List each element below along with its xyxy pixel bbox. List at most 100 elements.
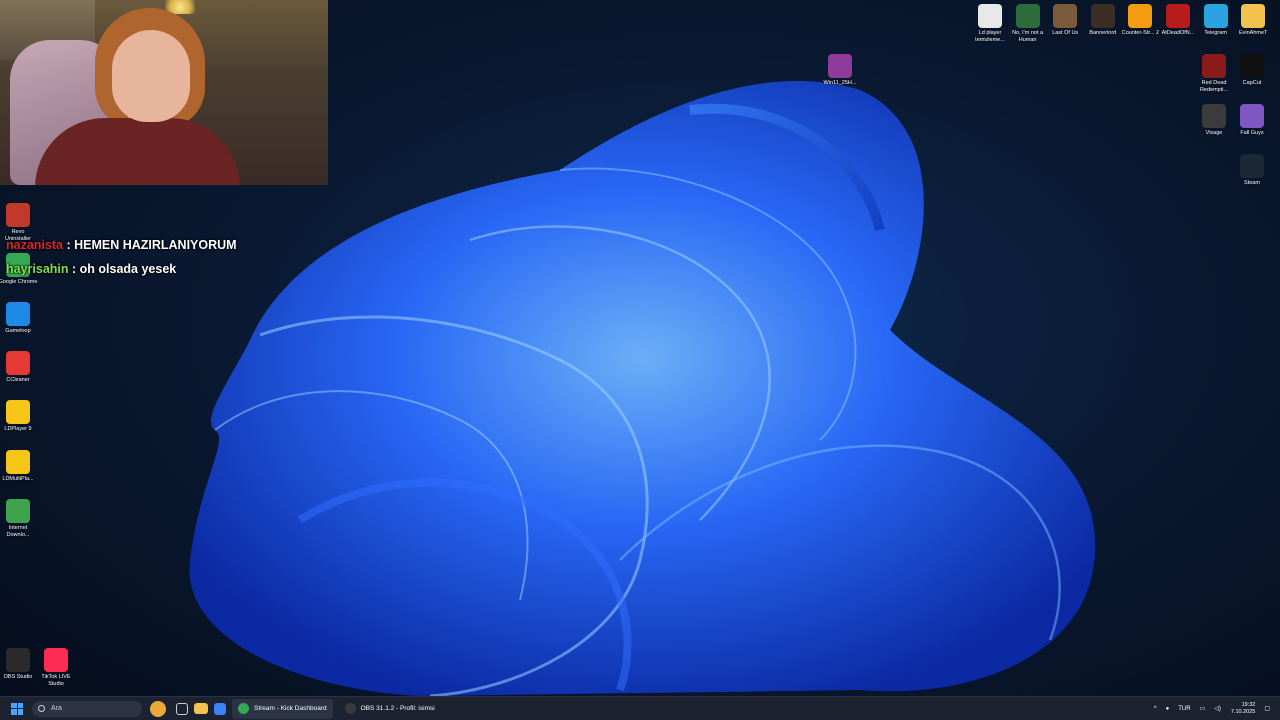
desktop-icon[interactable]: Ld player temizleme... [970, 4, 1010, 43]
desktop-icon-label: LDPlayer 9 [4, 426, 32, 432]
volume-icon[interactable]: ◁) [1214, 705, 1221, 712]
ldmultiplayer-icon [6, 450, 30, 474]
snipping-tool-icon[interactable] [214, 702, 226, 715]
fallguys-icon [1240, 104, 1264, 128]
clock-time: 19:32 [1241, 701, 1256, 708]
desktop-icon[interactable]: LDPlayer 9 [0, 400, 38, 433]
desktop-icon-label: AtDeadOfN... [1161, 30, 1195, 36]
chat-text: oh olsada yesek [79, 262, 177, 276]
cs2-icon [1128, 4, 1153, 28]
document-icon [978, 4, 1002, 28]
desktop-icon[interactable]: CCleaner [0, 351, 38, 384]
taskbar-app-label: Stream - Kick Dashboard [254, 705, 327, 712]
desktop-icon[interactable]: Gameloop [0, 302, 38, 335]
game-icon [1166, 4, 1190, 28]
game-icon [1053, 4, 1078, 28]
telegram-icon [1203, 4, 1228, 28]
desktop-icon[interactable]: No, I'm not a Human [1008, 4, 1048, 43]
desktop-icon-winrar[interactable]: Win11_25H... [820, 54, 860, 87]
desktop-icon[interactable]: Red Dead Redempti... [1194, 54, 1234, 93]
obs-icon [6, 648, 30, 672]
task-view-icon[interactable] [150, 700, 166, 717]
desktop-icon-label: TikTok LIVE Studio [41, 674, 71, 687]
desktop-icon-label: No, I'm not a Human [1012, 30, 1044, 43]
desktop-icon-label: CapCut [1242, 80, 1262, 86]
steam-icon [1240, 154, 1264, 178]
taskbar-app-label: OBS 31.1.2 - Profil: isimsi [360, 705, 435, 712]
taskbar-app-button[interactable]: OBS 31.1.2 - Profil: isimsi [339, 699, 441, 719]
desktop-icon[interactable]: CapCut [1232, 54, 1272, 87]
chat-message: nazanista : HEMEN HAZIRLANIYORUM [6, 233, 237, 257]
desktop-icon-label: Fall Guys [1240, 130, 1264, 136]
chat-message: hayrisahin : oh olsada yesek [6, 257, 237, 281]
capcut-icon [1240, 54, 1264, 78]
desktop-icon[interactable]: AtDeadOfN... [1158, 4, 1198, 37]
chat-separator: : [62, 238, 75, 252]
desktop-icon[interactable]: OBS Studio [0, 648, 38, 681]
desktop-icon-label: OBS Studio [3, 674, 33, 680]
system-tray: ^ ● TUR ▭ ◁) 19:32 7.10.2025 ▢ [1145, 702, 1270, 716]
obs-icon [344, 703, 356, 714]
language-indicator[interactable]: TUR [1178, 706, 1190, 712]
desktop-icon[interactable]: Telegram [1196, 4, 1236, 37]
task-view-button[interactable] [176, 702, 188, 715]
stream-chat-overlay: nazanista : HEMEN HAZIRLANIYORUM hayrisa… [6, 233, 237, 281]
chat-text: HEMEN HAZIRLANIYORUM [74, 238, 237, 252]
desktop-icon-label: CCleaner [6, 377, 30, 383]
ccleaner-icon [6, 351, 30, 375]
ldplayer-icon [6, 400, 30, 424]
desktop-icon-label: Visage [1205, 130, 1223, 136]
desktop-icon[interactable]: LDMultiPla... [0, 450, 38, 483]
desktop-icon-label: Ld player temizleme... [975, 30, 1005, 43]
chat-separator: : [68, 262, 80, 276]
desktop-icon-label: Counter-Str... 2 [1121, 30, 1160, 36]
windows-logo-icon [11, 702, 17, 708]
desktop-icon[interactable]: Fall Guys [1232, 104, 1272, 137]
taskbar: Ara Stream - Kick Dashboard OBS 31.1.2 - … [0, 696, 1280, 720]
chevron-up-icon[interactable]: ^ [1154, 706, 1157, 712]
webcam-overlay [0, 0, 328, 185]
desktop-icon[interactable]: Counter-Str... 2 [1120, 4, 1160, 37]
desktop-icon[interactable]: Internet Downlo... [0, 499, 38, 538]
desktop-icon-label: Telegram [1204, 30, 1227, 36]
file-explorer-icon[interactable] [194, 703, 208, 714]
desktop-icon[interactable]: Last Of Us [1045, 4, 1085, 37]
desktop-icon-label: Red Dead Redempti... [1199, 80, 1229, 93]
desktop-icon-label: Steam [1244, 180, 1260, 186]
winrar-icon [828, 54, 852, 78]
desktop-icon[interactable]: TikTok LIVE Studio [36, 648, 76, 687]
desktop-icon[interactable]: EvinAhmeT [1233, 4, 1273, 37]
clock[interactable]: 19:32 7.10.2025 [1231, 702, 1255, 716]
desktop-icon-label: Last Of Us [1052, 30, 1079, 36]
chat-username: hayrisahin [6, 262, 69, 276]
gameloop-icon [6, 302, 30, 326]
search-icon [38, 705, 45, 712]
taskbar-app-button[interactable]: Stream - Kick Dashboard [232, 698, 333, 719]
idm-icon [6, 499, 30, 523]
desktop-icon-label: Gameloop [5, 328, 31, 334]
clock-date: 7.10.2025 [1230, 708, 1256, 715]
rdr-icon [1202, 54, 1226, 78]
desktop-icon-label: LDMultiPla... [2, 476, 34, 482]
taskbar-search-box[interactable]: Ara [32, 700, 142, 717]
desktop-icon[interactable]: Bannerlord [1083, 4, 1123, 37]
chrome-icon [238, 703, 249, 714]
search-placeholder: Ara [51, 705, 62, 712]
webcam-person-face [112, 30, 190, 122]
taskbar-running-apps: Stream - Kick Dashboard OBS 31.1.2 - Prof… [226, 698, 441, 719]
desktop-icon-label: Bannerlord [1089, 30, 1117, 36]
game-icon [1015, 4, 1040, 28]
desktop-icon[interactable]: Visage [1194, 104, 1234, 137]
revo-icon [6, 203, 30, 227]
folder-icon [1241, 4, 1266, 28]
tiktok-icon [44, 648, 68, 672]
network-icon[interactable]: ▭ [1200, 705, 1206, 712]
visage-icon [1202, 104, 1226, 128]
desktop-icon-label: Internet Downlo... [6, 525, 30, 538]
desktop-icon-label: EvinAhmeT [1238, 30, 1268, 36]
game-icon [1090, 4, 1115, 28]
microphone-icon[interactable]: ● [1166, 706, 1170, 712]
start-button[interactable] [8, 700, 26, 718]
desktop-icon[interactable]: Steam [1232, 154, 1272, 187]
notification-icon[interactable]: ▢ [1264, 705, 1270, 712]
